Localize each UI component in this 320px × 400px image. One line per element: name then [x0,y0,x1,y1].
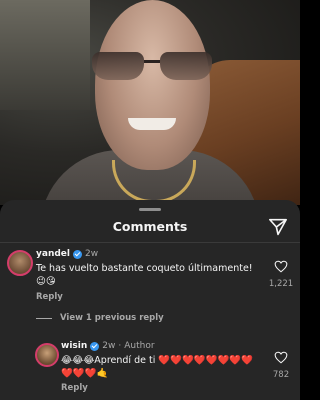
verified-badge-icon [72,249,82,259]
comment-text: 😂😂😂Aprendí de ti ❤️❤️❤️❤️❤️❤️❤️❤️❤️❤️❤️🤙 [61,355,253,379]
like-count: 782 [272,370,290,380]
separator: · [118,341,122,351]
username[interactable]: yandel [36,249,70,259]
avatar[interactable] [7,250,33,276]
heart-icon[interactable] [274,260,288,273]
view-previous-replies[interactable]: View 1 previous reply [36,313,164,323]
thread-line [36,317,52,319]
share-icon[interactable] [268,218,288,236]
comment-meta: yandel 2w [36,249,98,259]
comment-meta: wisin 2w · Author [61,341,155,351]
car-window [0,0,90,110]
reply-button[interactable]: Reply [36,292,63,302]
sheet-title: Comments [112,219,188,234]
heart-icon[interactable] [274,351,288,364]
reply-button[interactable]: Reply [61,383,88,393]
verified-badge-icon [90,341,100,351]
username[interactable]: wisin [61,341,87,351]
video-frame [0,0,300,205]
smile [128,118,176,130]
comments-sheet: Comments yandel 2w Te has vuelto bastant… [0,200,300,400]
timestamp: 2w [102,341,116,351]
drag-handle[interactable] [139,208,161,211]
author-tag: Author [124,341,155,351]
like-count: 1,221 [268,279,294,289]
comment-text: Te has vuelto bastante coqueto últimamen… [36,263,253,287]
timestamp: 2w [84,249,99,259]
person-head [95,0,210,170]
sunglasses [92,52,212,80]
avatar[interactable] [35,343,59,367]
view-previous-label: View 1 previous reply [60,313,164,323]
divider [0,242,300,243]
